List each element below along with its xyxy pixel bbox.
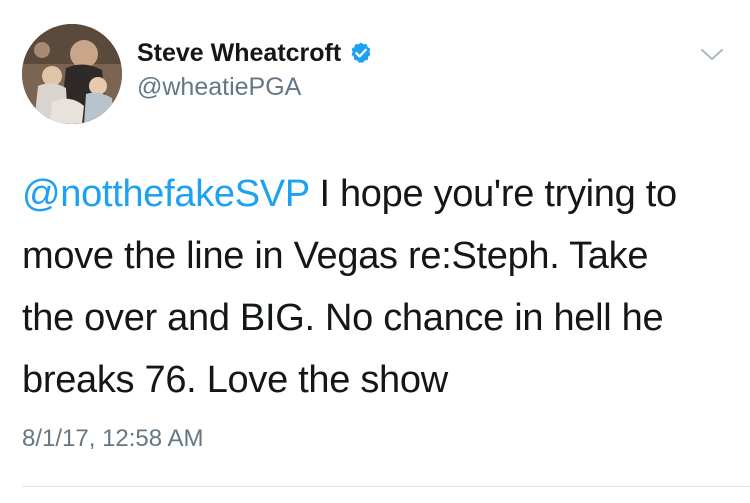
author-display-name[interactable]: Steve Wheatcroft: [137, 39, 341, 68]
author-handle[interactable]: @wheatiePGA: [137, 73, 301, 102]
verified-badge-icon: [349, 41, 373, 65]
tweet-card: Steve Wheatcroft @wheatiePGA @notthefake…: [0, 0, 750, 503]
tweet-text-line-4: breaks 76. Love the show: [22, 359, 448, 401]
avatar[interactable]: [22, 24, 122, 124]
tweet-text-line-1-rest: I hope you're trying to: [309, 173, 677, 215]
mention-link[interactable]: @notthefakeSVP: [22, 173, 310, 215]
tweet-text-line-3: the over and BIG. No chance in hell he: [22, 297, 664, 339]
divider: [22, 486, 750, 487]
chevron-down-icon[interactable]: [697, 43, 727, 65]
tweet-timestamp[interactable]: 8/1/17, 12:58 AM: [22, 425, 203, 453]
tweet-text-line-1: @notthefakeSVP I hope you're trying to: [22, 163, 732, 225]
tweet-text-line-2: move the line in Vegas re:Steph. Take: [22, 235, 649, 277]
tweet-text: @notthefakeSVP I hope you're trying to m…: [22, 163, 732, 411]
profile-photo-icon: [22, 24, 122, 124]
author-name-row[interactable]: Steve Wheatcroft: [137, 38, 373, 68]
